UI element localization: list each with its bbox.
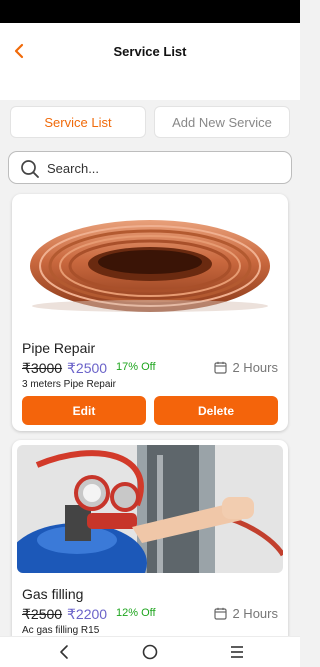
menu-icon[interactable] bbox=[228, 643, 246, 661]
service-image-pipe bbox=[17, 198, 283, 326]
tab-add-new-service[interactable]: Add New Service bbox=[154, 106, 290, 138]
new-price: ₹2200 bbox=[67, 606, 108, 622]
search-icon bbox=[21, 160, 39, 178]
service-description: Ac gas filling R15 bbox=[22, 625, 100, 636]
calendar-icon bbox=[214, 607, 228, 620]
service-title: Gas filling bbox=[22, 586, 84, 602]
calendar-icon bbox=[214, 361, 228, 374]
duration: 2 Hours bbox=[214, 360, 278, 375]
discount-label: 17% Off bbox=[116, 361, 156, 373]
home-icon[interactable] bbox=[141, 643, 159, 661]
page-title: Service List bbox=[113, 44, 187, 59]
edit-button[interactable]: Edit bbox=[22, 396, 146, 425]
back-icon[interactable] bbox=[56, 643, 72, 661]
new-price: ₹2500 bbox=[67, 360, 108, 376]
system-nav-bar bbox=[0, 636, 300, 667]
old-price: ₹2500 bbox=[22, 606, 63, 622]
service-card: Gas filling ₹2500 ₹2200 12% Off 2 Hours … bbox=[12, 440, 288, 650]
old-price: ₹3000 bbox=[22, 360, 63, 376]
search-bar[interactable] bbox=[8, 151, 292, 184]
status-bar bbox=[0, 0, 300, 23]
duration: 2 Hours bbox=[214, 606, 278, 621]
duration-text: 2 Hours bbox=[232, 360, 278, 375]
service-title: Pipe Repair bbox=[22, 340, 96, 356]
app-bar bbox=[0, 23, 300, 100]
delete-button[interactable]: Delete bbox=[154, 396, 278, 425]
service-description: 3 meters Pipe Repair bbox=[22, 379, 116, 390]
service-image-gas bbox=[17, 445, 283, 573]
tab-service-list[interactable]: Service List bbox=[10, 106, 146, 138]
price-row: ₹3000 ₹2500 17% Off 2 Hours bbox=[22, 360, 278, 380]
duration-text: 2 Hours bbox=[232, 606, 278, 621]
service-card: Pipe Repair ₹3000 ₹2500 17% Off 2 Hours … bbox=[12, 194, 288, 431]
discount-label: 12% Off bbox=[116, 607, 156, 619]
price-row: ₹2500 ₹2200 12% Off 2 Hours bbox=[22, 606, 278, 626]
search-input[interactable] bbox=[47, 158, 277, 178]
